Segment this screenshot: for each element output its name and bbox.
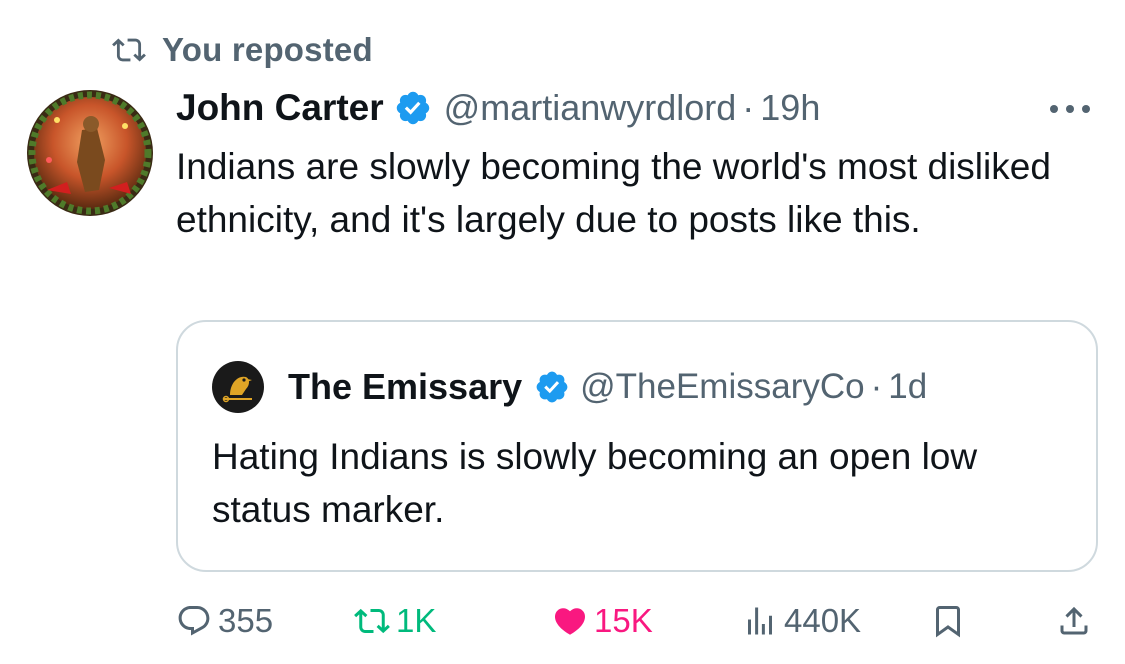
bookmark-button[interactable]	[930, 596, 966, 646]
more-icon[interactable]	[1044, 94, 1096, 124]
reply-button[interactable]: 355	[176, 596, 273, 646]
tweet-text: Indians are slowly becoming the world's …	[176, 146, 1051, 240]
share-button[interactable]	[1056, 596, 1092, 646]
quoted-tweet-card[interactable]: The Emissary @TheEmissaryCo · 1d Hating …	[176, 320, 1098, 572]
separator-dot: ·	[742, 87, 755, 128]
repost-button[interactable]: 1K	[354, 596, 436, 646]
tweet-header: John Carter @martianwyrdlord · 19h	[176, 84, 820, 132]
author-handle[interactable]: @martianwyrdlord	[444, 87, 737, 129]
repost-label: You reposted	[162, 31, 373, 68]
author-name[interactable]: John Carter	[176, 87, 384, 129]
repost-icon	[112, 38, 146, 62]
quoted-timestamp[interactable]: 1d	[888, 367, 927, 407]
avatar[interactable]	[27, 90, 153, 216]
reply-icon	[178, 606, 210, 636]
quoted-author-name[interactable]: The Emissary	[288, 366, 522, 408]
views-icon	[748, 607, 772, 635]
repost-icon	[354, 608, 390, 634]
share-icon	[1060, 606, 1088, 635]
views-button[interactable]: 440K	[742, 596, 861, 646]
like-button[interactable]: 15K	[552, 596, 653, 646]
repost-count: 1K	[396, 602, 437, 639]
verified-badge-icon	[536, 371, 568, 403]
quoted-author-handle[interactable]: @TheEmissaryCo	[580, 367, 864, 407]
quoted-avatar	[212, 361, 264, 413]
bookmark-icon	[936, 606, 960, 638]
like-count: 15K	[594, 602, 653, 639]
heart-icon	[554, 608, 586, 635]
action-bar: 355 1K 15K 440K	[0, 596, 1125, 646]
timestamp[interactable]: 19h	[760, 87, 820, 129]
quoted-tweet-text: Hating Indians is slowly becoming an ope…	[212, 436, 978, 530]
separator-dot: ·	[870, 367, 883, 406]
reply-count: 355	[218, 602, 274, 639]
verified-badge-icon	[396, 91, 429, 125]
quoted-tweet-header: The Emissary @TheEmissaryCo · 1d	[212, 361, 927, 413]
repost-banner: You reposted	[112, 28, 373, 72]
views-count: 440K	[784, 602, 862, 639]
